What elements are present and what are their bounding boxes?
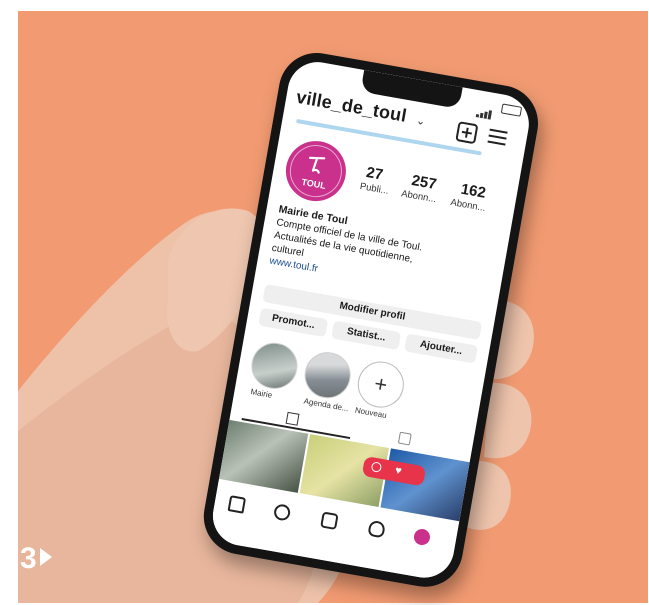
story-highlight[interactable] [300, 348, 355, 402]
phone-screen: ville_de_toul ⌄ TOUL 27 Publi... 257 Abo… [208, 57, 534, 583]
highlight-label: Nouveau [354, 405, 388, 420]
new-highlight-button[interactable]: + [354, 357, 408, 412]
smartphone: ville_de_toul ⌄ TOUL 27 Publi... 257 Abo… [197, 47, 545, 593]
story-highlight[interactable] [247, 339, 302, 393]
reels-icon[interactable] [320, 511, 339, 531]
step-number: 3 [20, 542, 37, 575]
battery-icon [500, 103, 523, 117]
profile-icon[interactable] [412, 527, 432, 547]
promotions-button[interactable]: Promot... [258, 307, 329, 338]
play-arrow-icon [39, 548, 52, 566]
step-number-badge: 3 [20, 542, 52, 576]
search-icon[interactable] [272, 503, 292, 522]
post-thumbnail[interactable] [380, 448, 470, 522]
signal-bar [487, 110, 493, 120]
phone-layer: ville_de_toul ⌄ TOUL 27 Publi... 257 Abo… [18, 11, 648, 603]
menu-icon[interactable] [487, 128, 508, 146]
posts-count[interactable]: 27 [365, 164, 384, 184]
insights-button[interactable]: Statist... [331, 320, 402, 351]
highlight-label: Agenda de... [303, 396, 350, 414]
bio-website-link[interactable]: www.toul.fr [269, 255, 319, 274]
highlight-label: Mairie [249, 387, 273, 400]
follower-icon [370, 461, 383, 473]
heart-icon[interactable] [367, 519, 386, 539]
chevron-down-icon[interactable]: ⌄ [415, 114, 426, 128]
grid-tab-icon[interactable] [285, 411, 300, 426]
toul-logo-icon [309, 156, 326, 174]
heart-icon: ♥ [394, 464, 403, 478]
tagged-tab-icon[interactable] [397, 431, 412, 446]
home-icon[interactable] [227, 495, 247, 514]
post-thumbnail[interactable] [218, 419, 309, 493]
profile-avatar[interactable]: TOUL [281, 136, 351, 206]
new-post-icon[interactable] [455, 121, 479, 145]
posts-label: Publi... [358, 181, 390, 197]
plus-icon: + [372, 370, 390, 398]
